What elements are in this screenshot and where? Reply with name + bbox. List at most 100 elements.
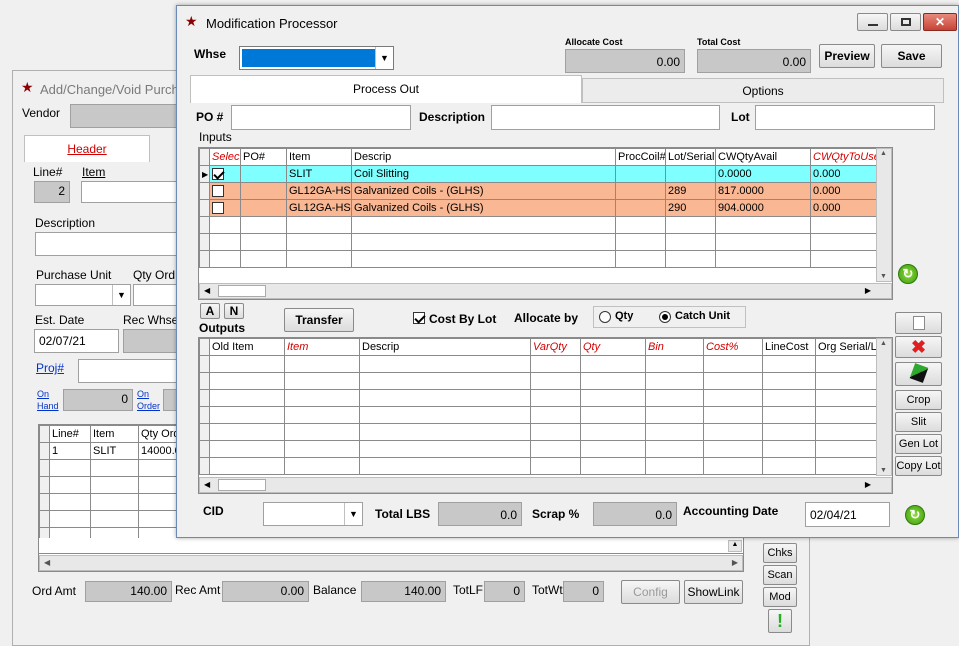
select-none-button[interactable]: N — [224, 303, 244, 319]
inputs-horizontal-scrollbar[interactable]: ◀ ▶ — [199, 283, 892, 299]
select-checkbox[interactable] — [212, 202, 224, 215]
transfer-button[interactable]: Transfer — [284, 308, 354, 332]
table-row[interactable] — [199, 216, 878, 234]
line-field[interactable]: 2 — [34, 181, 70, 203]
table-row[interactable] — [199, 457, 878, 475]
cost-by-lot-label[interactable]: Cost By Lot — [429, 312, 496, 326]
item-link[interactable]: Item — [82, 165, 105, 179]
showlink-button[interactable]: ShowLink — [684, 580, 743, 604]
col-header-po[interactable]: PO# — [240, 148, 287, 166]
table-row[interactable] — [199, 423, 878, 441]
col-header-descrip[interactable]: Descrip — [351, 148, 616, 166]
whse-select[interactable]: ▼ — [239, 46, 394, 70]
copy-lot-button[interactable]: Copy Lot — [895, 456, 942, 476]
select-checkbox[interactable] — [212, 185, 224, 198]
allocate-catch-unit-label[interactable]: Catch Unit — [675, 310, 730, 322]
table-row[interactable]: GL12GA-HS Galvanized Coils - (GLHS) 289 … — [199, 182, 878, 200]
table-row[interactable] — [199, 389, 878, 407]
col-header-linecost[interactable]: LineCost — [762, 338, 816, 356]
horizontal-scrollbar[interactable]: ◀ ▶ — [39, 555, 743, 571]
col-header-cwqtyavail[interactable]: CWQtyAvail — [715, 148, 811, 166]
est-date-field[interactable]: 02/07/21 — [34, 329, 119, 353]
table-row[interactable] — [199, 440, 878, 458]
scroll-left-icon[interactable]: ◀ — [204, 286, 210, 295]
scroll-thumb[interactable] — [218, 285, 266, 297]
on-hand-link-2[interactable]: Hand — [37, 401, 59, 411]
qty-ord-field[interactable] — [133, 284, 181, 306]
table-row[interactable] — [199, 233, 878, 251]
save-button[interactable]: Save — [881, 44, 942, 68]
inputs-refresh-icon[interactable]: ↻ — [898, 264, 918, 284]
copy-row-button[interactable] — [895, 312, 942, 334]
col-header-old-item[interactable]: Old Item — [209, 338, 285, 356]
table-row[interactable] — [199, 406, 878, 424]
item-field[interactable] — [81, 181, 181, 203]
scroll-right-icon[interactable]: ▶ — [865, 480, 871, 489]
table-row[interactable] — [39, 510, 177, 528]
table-row[interactable]: ▶ SLIT Coil Slitting 0.0000 0.000 — [199, 165, 878, 183]
col-header[interactable]: Qty Ord — [138, 425, 177, 443]
crop-button[interactable]: Crop — [895, 390, 942, 410]
select-checkbox-cell[interactable] — [209, 199, 241, 217]
mod-button[interactable]: Mod — [763, 587, 797, 607]
inputs-vertical-scrollbar[interactable]: ▲ ▼ — [876, 148, 892, 282]
col-header-cost-pct[interactable]: Cost% — [703, 338, 763, 356]
scan-button[interactable]: Scan — [763, 565, 797, 585]
chks-button[interactable]: Chks — [763, 543, 797, 563]
table-row[interactable]: 1 SLIT 14000.0 — [39, 442, 177, 460]
gen-lot-button[interactable]: Gen Lot — [895, 434, 942, 454]
col-header-cwqtytouse[interactable]: CWQtyToUse — [810, 148, 878, 166]
cid-select[interactable]: ▼ — [263, 502, 363, 526]
proj-field[interactable] — [78, 359, 181, 383]
tab-options[interactable]: Options — [582, 78, 944, 103]
table-row[interactable] — [39, 459, 177, 477]
col-header-descrip[interactable]: Descrip — [359, 338, 531, 356]
outputs-vertical-scrollbar[interactable]: ▲ ▼ — [876, 338, 892, 476]
table-row[interactable] — [199, 372, 878, 390]
description-field[interactable] — [35, 232, 180, 256]
on-order-link-1[interactable]: On — [137, 389, 149, 399]
select-checkbox-cell[interactable] — [209, 165, 241, 183]
scroll-left-icon[interactable]: ◀ — [204, 480, 210, 489]
table-row[interactable] — [199, 355, 878, 373]
col-header-item[interactable]: Item — [286, 148, 352, 166]
tab-header[interactable]: Header — [24, 135, 150, 162]
minimize-button[interactable] — [857, 13, 888, 31]
slit-button[interactable]: Slit — [895, 412, 942, 432]
col-header-bin[interactable]: Bin — [645, 338, 704, 356]
scroll-thumb[interactable] — [218, 479, 266, 491]
scroll-up-icon[interactable]: ▲ — [880, 150, 887, 157]
table-row[interactable]: GL12GA-HS Galvanized Coils - (GLHS) 290 … — [199, 199, 878, 217]
scroll-left-icon[interactable]: ◀ — [44, 558, 50, 567]
wand-button[interactable] — [895, 362, 942, 386]
po-field[interactable] — [231, 105, 411, 130]
vendor-field[interactable] — [70, 104, 180, 128]
rec-whse-field[interactable] — [123, 329, 181, 353]
col-header-item[interactable]: Item — [284, 338, 360, 356]
outputs-horizontal-scrollbar[interactable]: ◀ ▶ — [199, 477, 892, 493]
on-order-link-2[interactable]: Order — [137, 401, 160, 411]
close-button[interactable]: ✕ — [923, 13, 957, 31]
tab-process-out[interactable]: Process Out — [190, 75, 582, 103]
scroll-right-icon[interactable]: ▶ — [865, 286, 871, 295]
scroll-right-icon[interactable]: ▶ — [732, 558, 738, 567]
col-header-qty[interactable]: Qty — [580, 338, 646, 356]
table-row[interactable] — [39, 476, 177, 494]
purchase-unit-select[interactable]: ▼ — [35, 284, 131, 306]
table-row[interactable] — [39, 493, 177, 511]
accounting-date-refresh-icon[interactable]: ↻ — [905, 505, 925, 525]
select-checkbox-cell[interactable] — [209, 182, 241, 200]
col-header-lot-serial[interactable]: Lot/Serial — [665, 148, 716, 166]
cost-by-lot-checkbox[interactable] — [413, 312, 425, 324]
allocate-qty-label[interactable]: Qty — [615, 310, 633, 322]
select-checkbox[interactable] — [212, 168, 224, 181]
config-button[interactable]: Config — [621, 580, 680, 604]
col-header-org-serial-lot[interactable]: Org Serial/Lot — [815, 338, 878, 356]
col-header-varqty[interactable]: VarQty — [530, 338, 581, 356]
col-header-proccoil[interactable]: ProcCoil# — [615, 148, 666, 166]
scroll-up-icon[interactable]: ▲ — [728, 540, 742, 552]
alert-button[interactable]: ! — [768, 609, 792, 633]
col-header[interactable]: Item — [90, 425, 139, 443]
col-header[interactable]: Line# — [49, 425, 91, 443]
proj-link[interactable]: Proj# — [36, 361, 64, 375]
